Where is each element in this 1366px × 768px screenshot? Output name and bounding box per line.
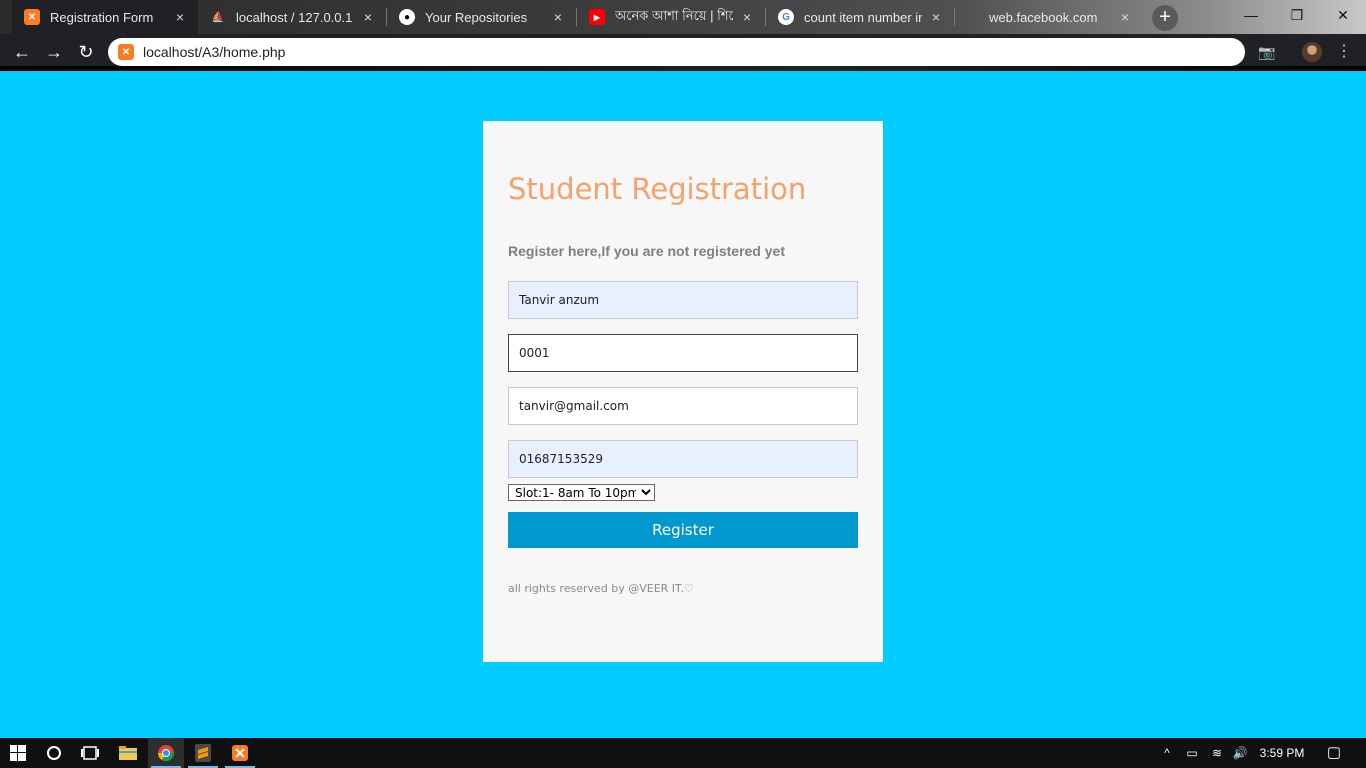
registration-card: Student Registration Register here,If yo… [483,121,883,662]
camera-icon[interactable]: 📷 [1257,42,1277,62]
notification-icon[interactable]: ▢ [1320,738,1348,768]
new-tab-button[interactable]: + [1152,5,1178,31]
minimize-button[interactable]: — [1228,0,1274,30]
tab-youtube[interactable]: ▶ অনেক আশা নিয়ে | শিরো × [577,0,765,34]
tab-github[interactable]: ● Your Repositories × [387,0,576,34]
id-field[interactable] [508,334,858,372]
tab-registration-form[interactable]: ✕ Registration Form × [12,0,198,34]
tab-title: Your Repositories [425,9,528,25]
windows-start-icon[interactable] [0,738,36,768]
menu-icon[interactable]: ⋮ [1334,42,1354,62]
back-button[interactable]: ← [10,40,34,64]
tab-google[interactable]: G count item number in s × [766,0,954,34]
chrome-taskbar-icon[interactable] [148,738,184,768]
address-bar[interactable]: ✕ [108,38,1245,66]
tab-title: অনেক আশা নিয়ে | শিরো [615,7,733,23]
sublime-text-icon[interactable] [185,738,221,768]
tab-facebook[interactable]: web.facebook.com × [955,0,1143,34]
github-icon: ● [399,9,415,25]
close-tab-icon[interactable]: × [550,9,566,25]
cortana-icon[interactable] [36,738,72,768]
close-tab-icon[interactable]: × [1117,9,1133,25]
battery-icon[interactable]: ▭ [1182,738,1202,768]
google-icon: G [778,9,794,25]
email-field[interactable] [508,387,858,425]
register-button[interactable]: Register [508,512,858,548]
phone-field[interactable] [508,440,858,478]
close-tab-icon[interactable]: × [739,9,755,25]
reload-button[interactable]: ↻ [74,40,98,64]
profile-avatar[interactable] [1302,42,1322,62]
file-explorer-icon[interactable] [110,738,146,768]
xampp-icon: ✕ [24,9,40,25]
form-subtitle: Register here,If you are not registered … [508,243,785,259]
wifi-icon[interactable]: ≋ [1207,738,1227,768]
xampp-taskbar-icon[interactable] [222,738,258,768]
close-window-button[interactable]: ✕ [1320,0,1366,30]
youtube-icon: ▶ [589,9,605,25]
xampp-icon: ✕ [118,44,134,60]
show-hidden-icons[interactable]: ^ [1158,738,1176,768]
restore-button[interactable]: ❐ [1274,0,1320,30]
task-view-icon[interactable] [72,738,108,768]
tab-title: web.facebook.com [989,9,1098,25]
page-title: Student Registration [508,172,807,206]
browser-toolbar: ← → ↻ ✕ 📷 ⋮ [0,34,1366,70]
name-field[interactable] [508,281,858,319]
clock[interactable]: 3:59 PM [1256,738,1308,768]
phpmyadmin-icon: ⛵ [211,11,225,23]
close-tab-icon[interactable]: × [928,9,944,25]
windows-taskbar: ^ ▭ ≋ 🔊 3:59 PM ▢ [0,738,1366,768]
close-tab-icon[interactable]: × [172,9,188,25]
tab-title: count item number in s [804,9,922,25]
toolbar-divider [0,66,1366,71]
url-input[interactable] [143,44,1043,60]
slot-select[interactable]: Slot:1- 8am To 10pm [508,484,655,501]
tab-title: Registration Form [50,9,154,25]
close-tab-icon[interactable]: × [360,9,376,25]
browser-tab-strip: ✕ Registration Form × ⛵ localhost / 127.… [0,0,1366,34]
tab-title: localhost / 127.0.0.1 / m [236,9,354,25]
tab-phpmyadmin[interactable]: ⛵ localhost / 127.0.0.1 / m × [198,0,386,34]
forward-button[interactable]: → [42,40,66,64]
footer-text: all rights reserved by @VEER IT.♡ [508,582,694,595]
volume-icon[interactable]: 🔊 [1230,738,1250,768]
